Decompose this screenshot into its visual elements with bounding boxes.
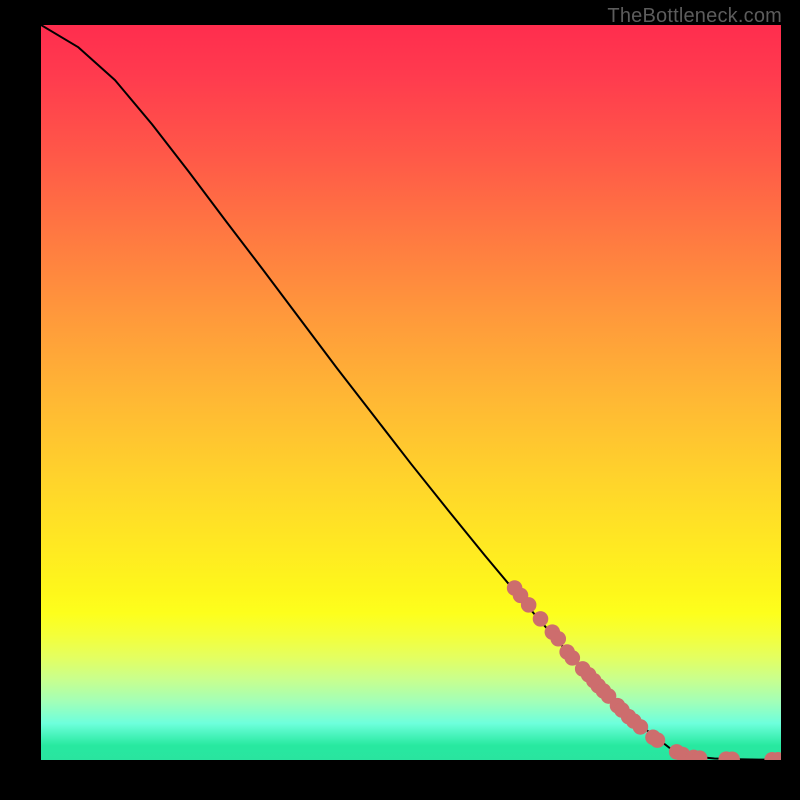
chart-markers	[507, 580, 781, 760]
chart-plot-area	[41, 25, 781, 760]
watermark-text: TheBottleneck.com	[607, 5, 782, 28]
chart-marker-dot	[633, 719, 649, 735]
chart-marker-dot	[521, 597, 537, 613]
chart-marker-dot	[650, 732, 666, 748]
chart-marker-dot	[533, 611, 549, 627]
chart-svg-overlay	[41, 25, 781, 760]
chart-curve	[41, 25, 781, 760]
chart-marker-dot	[550, 631, 566, 647]
